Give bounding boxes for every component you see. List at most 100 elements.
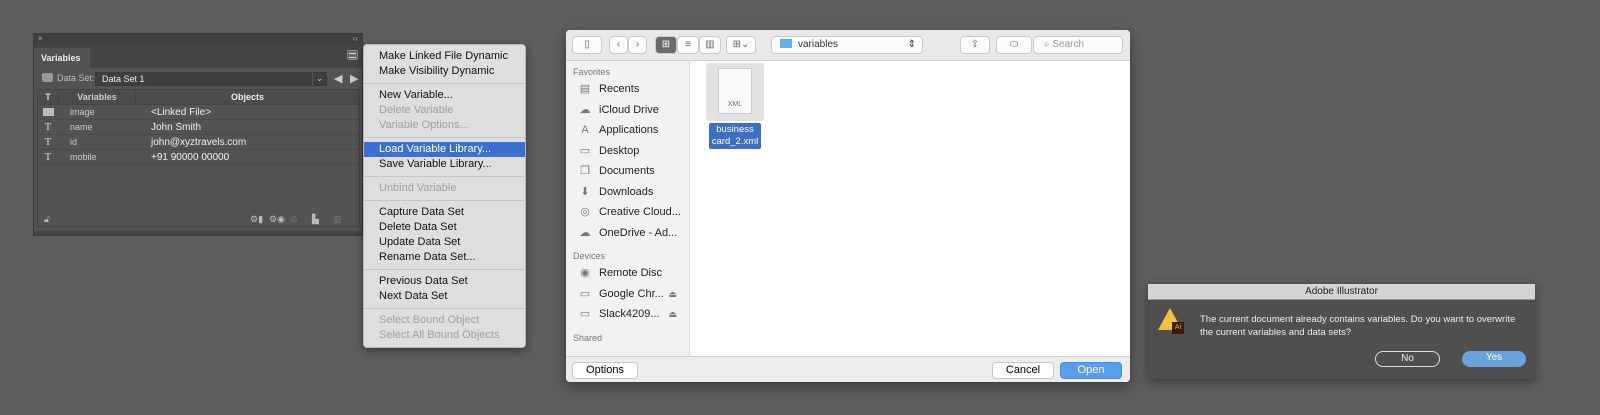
group-by-button[interactable]: ⊞⌄	[726, 36, 756, 54]
sidebar-item-onedrive[interactable]: ☁ OneDrive - Ad...	[566, 223, 689, 244]
sidebar-item-applications[interactable]: A Applications	[566, 120, 689, 141]
menu-item-rename-data-set[interactable]: Rename Data Set...	[364, 250, 525, 265]
download-icon: ⬇	[580, 185, 590, 198]
column-objects[interactable]: Objects	[136, 90, 359, 105]
sidebar-item-remote-disc[interactable]: ◉ Remote Disc	[566, 263, 689, 284]
illustrator-app-icon: Ai	[1172, 322, 1184, 334]
menu-item-load-variable-library[interactable]: Load Variable Library...	[364, 142, 525, 157]
chevron-down-icon[interactable]: ⌄	[312, 72, 326, 86]
variable-name: image	[70, 107, 95, 117]
menu-item-new-variable[interactable]: New Variable...	[364, 88, 525, 103]
back-button[interactable]: ‹	[609, 36, 628, 54]
menu-separator	[364, 137, 525, 138]
share-button[interactable]: ⇪	[960, 36, 990, 54]
sidebar-item-desktop[interactable]: ▭ Desktop	[566, 141, 689, 162]
menu-item-update-data-set[interactable]: Update Data Set	[364, 235, 525, 250]
menu-separator	[364, 176, 525, 177]
options-button[interactable]: Options	[572, 362, 638, 379]
forward-button[interactable]: ›	[628, 36, 647, 54]
menu-separator	[364, 269, 525, 270]
documents-icon: ❐	[580, 165, 590, 177]
dataset-select[interactable]: Data Set 1 ⌄	[95, 72, 327, 86]
file-name[interactable]: business card_2.xml	[709, 123, 761, 149]
menu-item-previous-data-set[interactable]: Previous Data Set	[364, 274, 525, 289]
search-input[interactable]: ⌕ Search	[1033, 36, 1123, 54]
table-row[interactable]: Tid john@xyztravels.com	[38, 135, 359, 150]
menu-separator	[364, 200, 525, 201]
sidebar-item-recents[interactable]: ▤ Recents	[566, 79, 689, 100]
tab-bar: Variables	[34, 44, 362, 68]
alert-title: Adobe Illustrator	[1148, 284, 1535, 300]
open-button[interactable]: Open	[1060, 362, 1122, 379]
menu-item-unbind-variable[interactable]: Unbind Variable	[364, 181, 525, 196]
variable-name: name	[70, 122, 93, 132]
panel-menu-icon[interactable]	[347, 50, 358, 60]
sidebar-item-label: Slack4209...	[599, 308, 660, 320]
previous-dataset-icon[interactable]: ◀	[334, 72, 342, 85]
menu-separator	[364, 83, 525, 84]
sidebar-item-documents[interactable]: ❐ Documents	[566, 161, 689, 182]
table-row[interactable]: Tmobile +91 90000 00000	[38, 150, 359, 165]
menu-item-make-linked-file-dynamic[interactable]: Make Linked File Dynamic	[364, 49, 525, 64]
table-row[interactable]: image <Linked File>	[38, 105, 359, 120]
table-row[interactable]: Tname John Smith	[38, 120, 359, 135]
tag-button[interactable]: ⬭	[996, 36, 1032, 54]
eject-icon[interactable]: ⏏	[668, 284, 677, 305]
sidebar-item-label: OneDrive - Ad...	[599, 226, 678, 239]
new-variable-icon[interactable]: ▙	[312, 214, 319, 225]
variable-value: John Smith	[151, 122, 202, 133]
tab-variables[interactable]: Variables	[34, 48, 90, 68]
drive-icon: ▭	[579, 308, 591, 320]
column-view-button[interactable]: ▥	[699, 36, 721, 54]
close-icon[interactable]: ×	[38, 34, 43, 43]
next-dataset-icon[interactable]: ▶	[350, 72, 358, 85]
file-item[interactable]: XML	[706, 63, 764, 121]
resize-handle[interactable]	[34, 231, 362, 235]
unbind-icon[interactable]: ⊘	[290, 214, 298, 225]
cancel-button[interactable]: Cancel	[992, 362, 1054, 379]
recents-icon: ▤	[579, 83, 591, 95]
menu-item-delete-data-set[interactable]: Delete Data Set	[364, 220, 525, 235]
dialog-toolbar: ▯ ‹ › ⊞ ≡ ▥ ⊞⌄ variables ⇕ ⇪ ⬭ ⌕ Search	[566, 30, 1130, 61]
menu-item-variable-options[interactable]: Variable Options...	[364, 118, 525, 133]
collapse-icon[interactable]: ‹‹	[353, 34, 358, 44]
trash-icon[interactable]: ▥	[333, 214, 342, 225]
sidebar-item-google-chrome[interactable]: ▭ Google Chr... ⏏	[566, 284, 689, 305]
alert-message: The current document already contains va…	[1200, 314, 1516, 338]
icon-view-button[interactable]: ⊞	[655, 36, 677, 54]
column-variables[interactable]: Variables	[58, 90, 136, 105]
no-button[interactable]: No	[1375, 351, 1440, 367]
disc-icon: ◉	[580, 267, 590, 279]
menu-item-delete-variable[interactable]: Delete Variable	[364, 103, 525, 118]
xml-file-icon: XML	[718, 68, 752, 114]
creative-cloud-icon: ◎	[580, 206, 590, 218]
menu-item-save-variable-library[interactable]: Save Variable Library...	[364, 157, 525, 172]
variable-value: <Linked File>	[151, 107, 212, 118]
sidebar-item-label: Recents	[599, 83, 640, 95]
eject-icon[interactable]: ⏏	[668, 304, 677, 325]
sidebar-item-downloads[interactable]: ⬇ Downloads	[566, 182, 689, 203]
menu-item-next-data-set[interactable]: Next Data Set	[364, 289, 525, 304]
make-visibility-dynamic-icon[interactable]: ⚙◉	[269, 214, 285, 225]
list-view-button[interactable]: ≡	[677, 36, 699, 54]
menu-item-select-bound-object[interactable]: Select Bound Object	[364, 313, 525, 328]
make-object-dynamic-icon[interactable]: ⚙▮	[250, 214, 263, 225]
location-popup[interactable]: variables ⇕	[771, 36, 923, 54]
sidebar-item-label: Remote Disc	[599, 267, 662, 279]
menu-item-select-all-bound-objects[interactable]: Select All Bound Objects	[364, 328, 525, 343]
menu-item-capture-data-set[interactable]: Capture Data Set	[364, 205, 525, 220]
sidebar-item-slack[interactable]: ▭ Slack4209... ⏏	[566, 304, 689, 325]
favorites-header: Favorites	[573, 67, 611, 77]
lock-icon[interactable]: 🔓︎	[44, 214, 50, 225]
menu-item-make-visibility-dynamic[interactable]: Make Visibility Dynamic	[364, 64, 525, 79]
image-icon	[38, 105, 58, 120]
sidebar-item-icloud-drive[interactable]: ☁ iCloud Drive	[566, 100, 689, 121]
panel-footer: 🔓︎ ⚙▮ ⚙◉ ⊘ ▙ ▥	[34, 214, 362, 228]
text-icon: T	[44, 151, 52, 163]
column-type[interactable]: T	[38, 90, 58, 105]
yes-button[interactable]: Yes	[1462, 351, 1526, 367]
camera-icon[interactable]	[42, 73, 53, 82]
folder-icon	[780, 39, 792, 48]
sidebar-item-creative-cloud[interactable]: ◎ Creative Cloud...	[566, 202, 689, 223]
sidebar-toggle-icon[interactable]: ▯	[572, 36, 602, 54]
